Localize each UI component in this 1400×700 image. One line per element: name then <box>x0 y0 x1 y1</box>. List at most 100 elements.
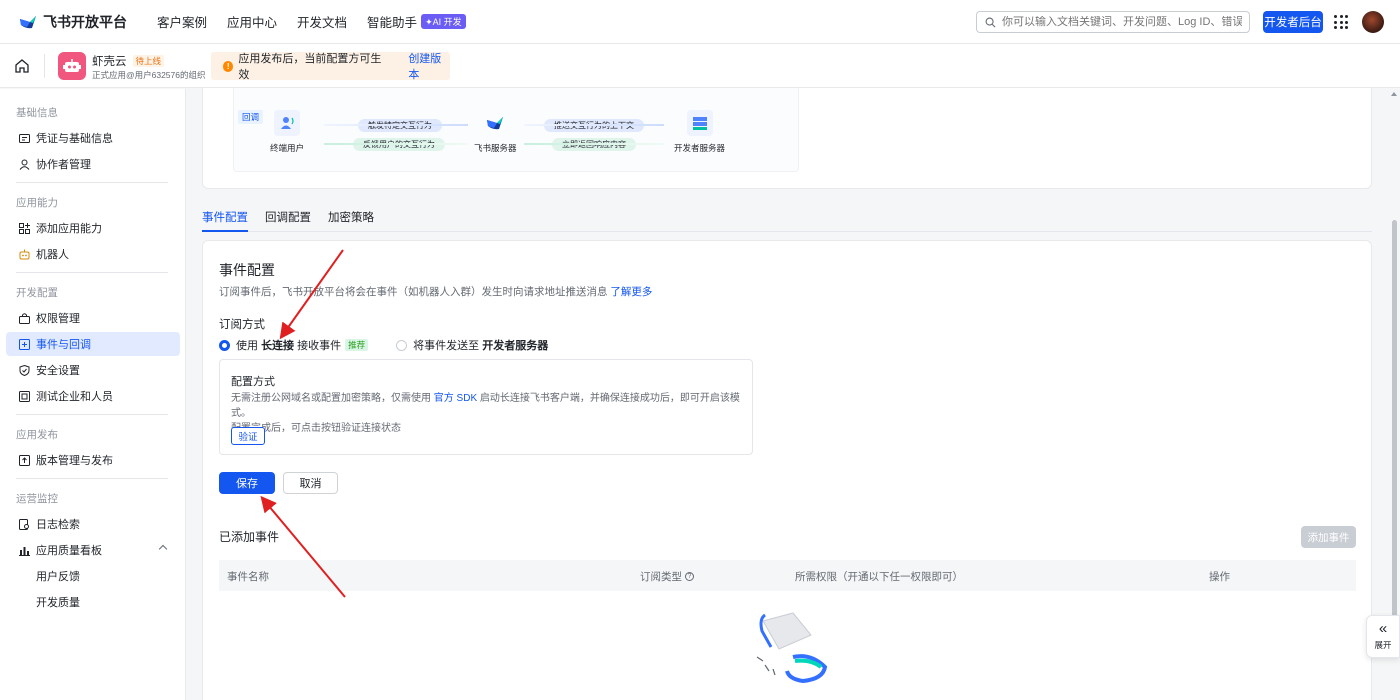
official-sdk-link[interactable]: 官方 SDK <box>434 393 477 404</box>
flow-node-label: 终端用户 <box>270 143 305 153</box>
config-method-box: 配置方式 无需注册公网域名或配置加密策略，仅需使用 官方 SDK 启动长连接飞书… <box>219 359 753 455</box>
divider <box>16 272 168 273</box>
sidebar: 基础信息 凭证与基础信息 协作者管理 应用能力 添加应用能力 机器人 开发配置 … <box>0 89 186 700</box>
top-nav: 客户案例 应用中心 开发文档 智能助手 ✦AI 开发 <box>157 12 486 31</box>
sidebar-item-add-capability[interactable]: 添加应用能力 <box>6 216 180 240</box>
sidebar-item-user-feedback[interactable]: 用户反馈 <box>6 564 180 588</box>
empty-state-icon <box>756 612 828 684</box>
active-tab-indicator <box>202 230 248 232</box>
app-header-bar: 虾壳云 待上线 正式应用@用户632576的组织 ! 应用发布后，当前配置方可生… <box>0 44 1400 88</box>
permission-icon <box>18 312 30 324</box>
sidebar-item-label: 应用质量看板 <box>36 545 102 557</box>
sidebar-section-basic: 基础信息 <box>16 107 58 119</box>
sidebar-item-label: 测试企业和人员 <box>36 391 113 403</box>
nav-smart-assistant-label: 智能助手 <box>367 16 418 30</box>
sidebar-item-label: 添加应用能力 <box>36 223 102 235</box>
help-icon[interactable]: ? <box>685 572 694 581</box>
ai-dev-badge: ✦AI 开发 <box>421 14 466 29</box>
feishu-logo-icon <box>482 110 508 136</box>
sidebar-item-label: 日志检索 <box>36 519 80 531</box>
section-description: 订阅事件后，飞书开放平台将会在事件（如机器人入群）发生时向请求地址推送消息 了解… <box>219 284 652 299</box>
sidebar-item-label: 版本管理与发布 <box>36 455 113 467</box>
sidebar-item-log-search[interactable]: 日志检索 <box>6 512 180 536</box>
sidebar-item-test-users[interactable]: 测试企业和人员 <box>6 384 180 408</box>
nav-customer-cases[interactable]: 客户案例 <box>157 12 207 31</box>
publish-notice: ! 应用发布后，当前配置方可生效 创建版本 <box>211 50 450 82</box>
double-chevron-left-icon: « <box>1378 620 1388 637</box>
user-icon <box>18 158 30 170</box>
sidebar-section-capabilities: 应用能力 <box>16 197 58 209</box>
home-icon[interactable] <box>14 58 30 74</box>
chevron-up-icon <box>158 544 168 554</box>
scroll-up-icon[interactable] <box>1391 92 1397 96</box>
column-header-actions: 操作 <box>1209 571 1230 583</box>
divider <box>16 182 168 183</box>
option-label-bold: 开发者服务器 <box>482 340 549 352</box>
sidebar-item-events-callbacks[interactable]: 事件与回调 <box>6 332 180 356</box>
tab-callback-config[interactable]: 回调配置 <box>265 209 311 225</box>
expand-label: 展开 <box>1374 640 1392 650</box>
radio-dev-server[interactable] <box>396 339 408 351</box>
cancel-button[interactable]: 取消 <box>283 472 338 494</box>
sidebar-item-label: 开发质量 <box>36 597 80 609</box>
sidebar-item-dev-quality[interactable]: 开发质量 <box>6 590 180 614</box>
expand-panel-button[interactable]: « 展开 <box>1366 615 1400 658</box>
flow-node-label: 开发者服务器 <box>674 143 726 153</box>
nav-app-center[interactable]: 应用中心 <box>227 12 277 31</box>
sidebar-item-quality-dashboard[interactable]: 应用质量看板 <box>6 538 180 562</box>
subscription-method-options: 使用 长连接 接收事件 推荐 将事件发送至 开发者服务器 <box>219 337 548 353</box>
flow-node-user: 终端用户 <box>270 110 304 154</box>
sidebar-section-release: 应用发布 <box>16 429 58 441</box>
flow-node-feishu-server: 飞书服务器 <box>474 110 517 154</box>
tab-event-config[interactable]: 事件配置 <box>202 209 248 225</box>
option-label: 接收事件 <box>297 340 342 352</box>
callback-tag: 回调 <box>238 110 264 124</box>
app-grid-icon[interactable] <box>1334 15 1348 29</box>
top-navbar: 飞书开放平台 客户案例 应用中心 开发文档 智能助手 ✦AI 开发 开发者后台 <box>0 0 1400 44</box>
column-header-permissions: 所需权限（开通以下任一权限即可） <box>795 571 963 583</box>
save-button[interactable]: 保存 <box>219 472 275 494</box>
create-version-link[interactable]: 创建版本 <box>408 50 450 82</box>
add-capability-icon <box>18 222 30 234</box>
robot-icon <box>18 248 30 260</box>
logo-text: 飞书开放平台 <box>43 13 127 30</box>
feishu-logo-icon <box>20 15 36 28</box>
radio-long-connection[interactable] <box>219 339 230 351</box>
event-config-card: 事件配置 订阅事件后，飞书开放平台将会在事件（如机器人入群）发生时向请求地址推送… <box>202 240 1372 700</box>
app-name: 虾壳云 待上线 <box>92 53 165 69</box>
app-name-text: 虾壳云 <box>92 56 127 68</box>
add-event-button[interactable]: 添加事件 <box>1301 526 1356 548</box>
user-avatar[interactable] <box>1362 11 1384 33</box>
server-icon <box>686 110 713 136</box>
scrollbar-thumb[interactable] <box>1392 220 1397 640</box>
flow-arrow <box>524 124 664 126</box>
sidebar-item-robot[interactable]: 机器人 <box>6 242 180 266</box>
sidebar-item-collaborators[interactable]: 协作者管理 <box>6 152 180 176</box>
divider <box>44 54 45 78</box>
app-robot-icon <box>58 52 86 80</box>
upload-icon <box>18 454 30 466</box>
sidebar-item-label: 机器人 <box>36 249 69 261</box>
sidebar-item-credentials[interactable]: 凭证与基础信息 <box>6 126 180 150</box>
learn-more-link[interactable]: 了解更多 <box>610 286 652 298</box>
column-header-event-name: 事件名称 <box>227 571 269 583</box>
section-title: 事件配置 <box>219 262 275 278</box>
nav-smart-assistant[interactable]: 智能助手 ✦AI 开发 <box>367 12 466 31</box>
nav-dev-docs[interactable]: 开发文档 <box>297 12 347 31</box>
flow-node-dev-server: 开发者服务器 <box>674 110 725 154</box>
search-input[interactable] <box>1002 16 1242 28</box>
sidebar-section-dev-config: 开发配置 <box>16 287 58 299</box>
sidebar-item-versions[interactable]: 版本管理与发布 <box>6 448 180 472</box>
added-events-title: 已添加事件 <box>219 530 280 544</box>
events-table-header: 事件名称 订阅类型? 所需权限（开通以下任一权限即可） 操作 <box>219 560 1356 591</box>
verify-button[interactable]: 验证 <box>231 427 265 445</box>
sidebar-item-security[interactable]: 安全设置 <box>6 358 180 382</box>
sidebar-item-label: 事件与回调 <box>36 339 91 351</box>
flow-arrow <box>524 143 664 145</box>
flow-arrow <box>324 143 468 145</box>
dev-console-button[interactable]: 开发者后台 <box>1263 11 1323 33</box>
sidebar-item-permissions[interactable]: 权限管理 <box>6 306 180 330</box>
logo[interactable]: 飞书开放平台 <box>18 12 127 32</box>
tab-encryption[interactable]: 加密策略 <box>328 209 374 225</box>
search-box[interactable] <box>976 11 1250 33</box>
